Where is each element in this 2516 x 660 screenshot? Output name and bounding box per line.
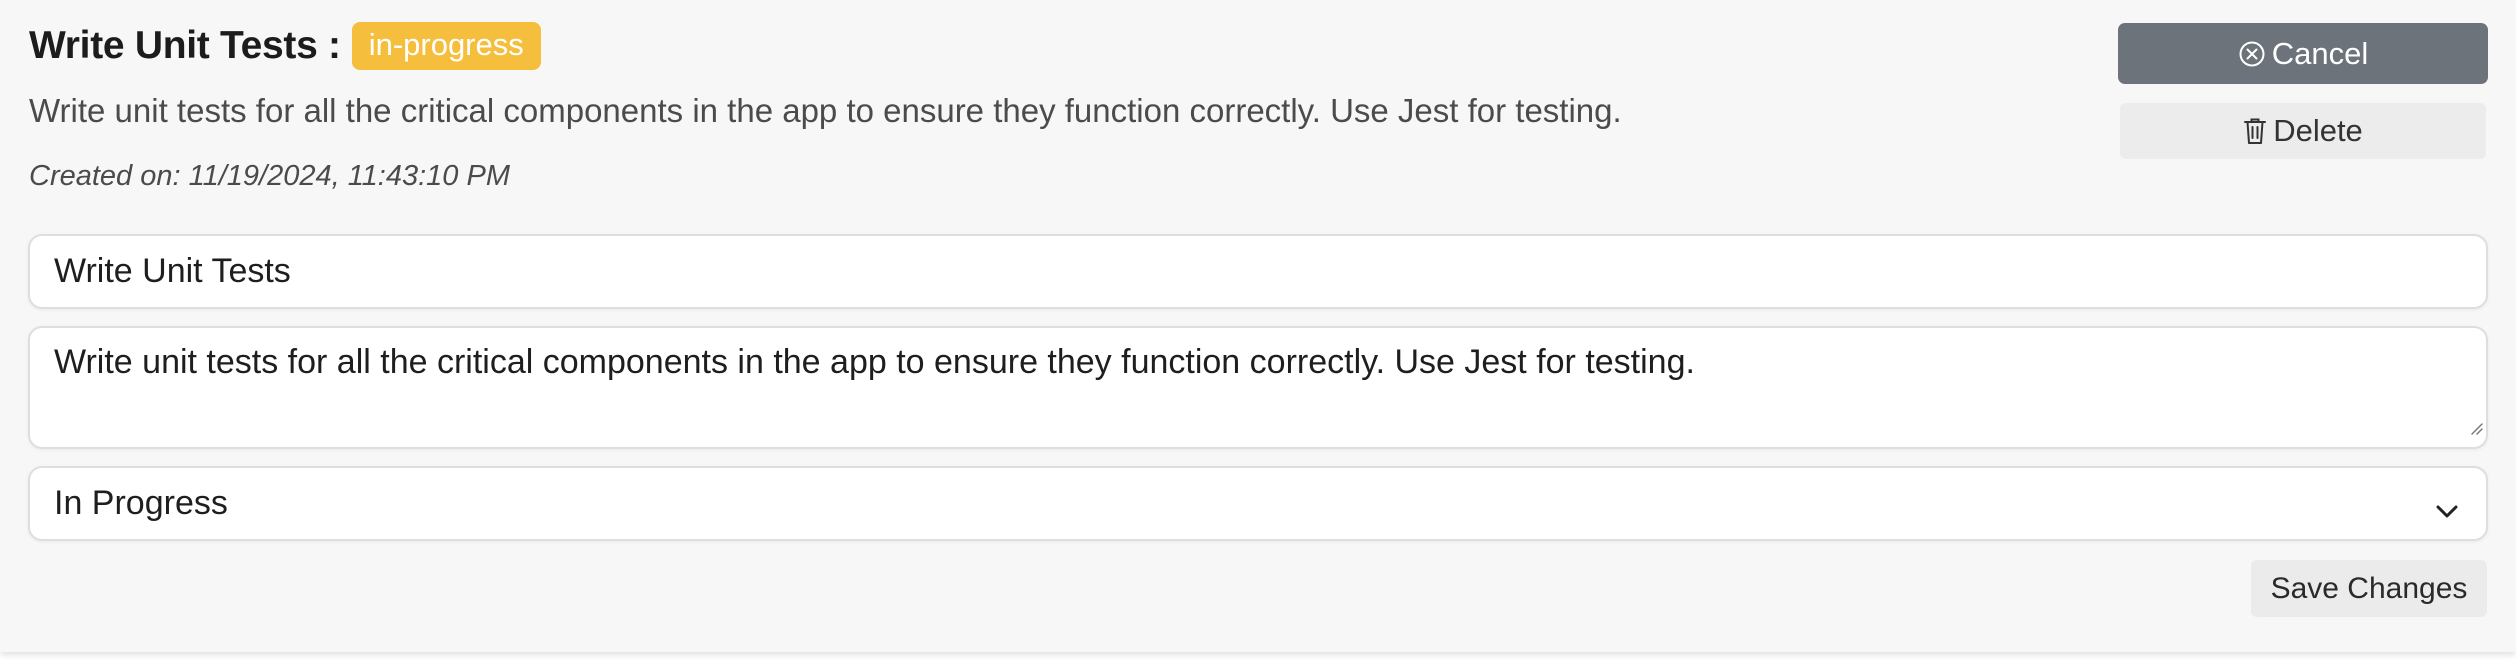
title-input[interactable]: Write Unit Tests <box>28 234 2488 309</box>
resize-handle-icon[interactable] <box>2469 404 2483 444</box>
task-header: Write Unit Tests : in-progress <box>29 22 541 70</box>
created-timestamp: Created on: 11/19/2024, 11:43:10 PM <box>29 160 510 192</box>
delete-label: Delete <box>2273 113 2363 148</box>
task-description: Write unit tests for all the critical co… <box>29 92 1622 129</box>
save-changes-button[interactable]: Save Changes <box>2251 560 2487 617</box>
status-select[interactable]: In Progress <box>28 466 2488 541</box>
x-circle-icon <box>2238 40 2266 68</box>
description-textarea-value: Write unit tests for all the critical co… <box>54 343 1695 381</box>
cancel-button[interactable]: Cancel <box>2118 23 2488 84</box>
chevron-down-icon <box>2434 493 2460 532</box>
status-select-value: In Progress <box>54 484 228 522</box>
task-edit-card: Write Unit Tests : in-progress Write uni… <box>0 0 2516 652</box>
trash-icon <box>2243 117 2267 145</box>
task-title: Write Unit Tests : <box>29 24 341 67</box>
delete-button[interactable]: Delete <box>2120 103 2486 159</box>
cancel-label: Cancel <box>2271 35 2369 71</box>
description-textarea[interactable]: Write unit tests for all the critical co… <box>28 326 2488 449</box>
status-badge: in-progress <box>351 22 541 70</box>
